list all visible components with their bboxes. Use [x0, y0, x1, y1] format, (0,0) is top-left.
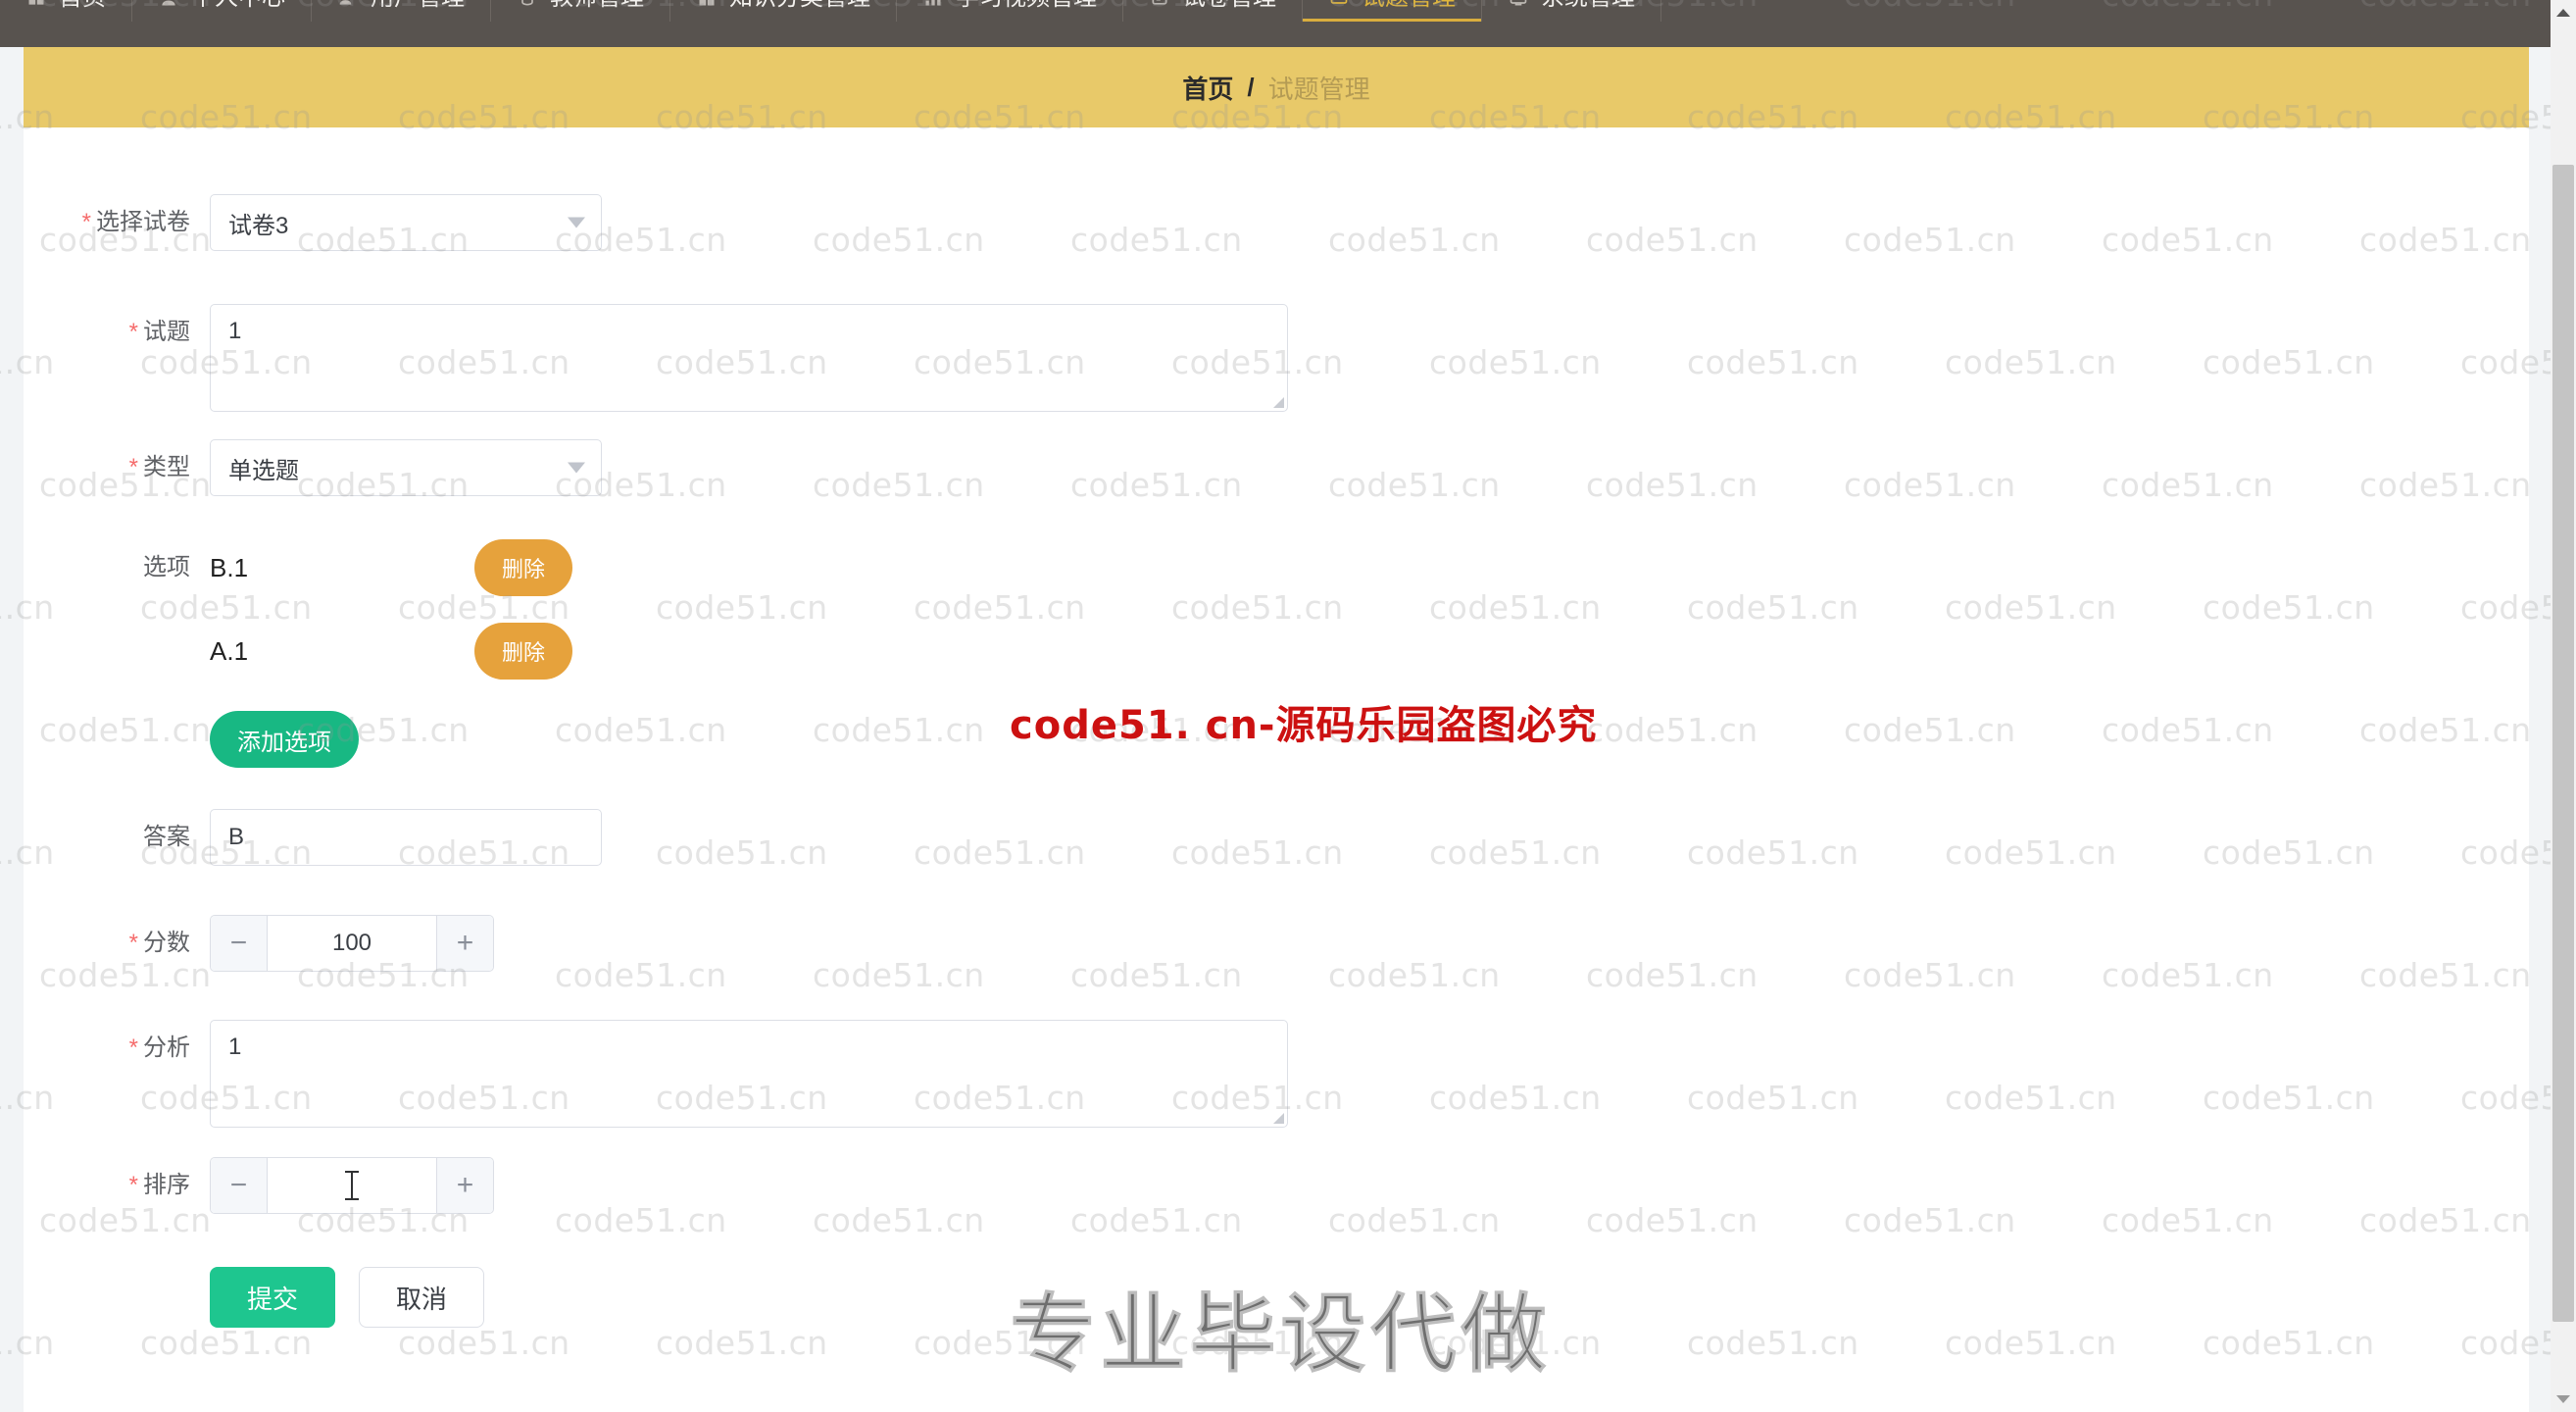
question-value: 1: [228, 318, 242, 344]
score-increment-button[interactable]: +: [436, 916, 493, 971]
nav-tab-label: 用户管理: [371, 0, 465, 22]
question-form-card: * 选择试卷 试卷3 * 试题 1 * 类型 单选题 选项 B.1 删除 A.1…: [24, 127, 2529, 1412]
answer-value: B: [228, 824, 245, 850]
cancel-button[interactable]: 取消: [359, 1267, 484, 1328]
breadcrumb-separator: /: [1247, 72, 1255, 102]
paper-icon: [1149, 0, 1170, 8]
nav-tab-home[interactable]: 首页: [0, 0, 132, 22]
chevron-down-icon: [568, 217, 585, 228]
nav-tab-label: 试题管理: [1362, 0, 1456, 22]
chevron-down-icon: [568, 462, 585, 474]
nav-filler: [1661, 0, 2576, 47]
select-paper-label: * 选择试卷: [81, 209, 190, 235]
form-row-question: * 试题 1: [24, 304, 1288, 412]
nav-tab-teacher-management[interactable]: 教师管理: [491, 0, 670, 22]
nav-tab-exam-paper-management[interactable]: 试卷管理: [1123, 0, 1303, 22]
watermark-red-notice: code51. cn-源码乐园盗图必究: [1010, 703, 1598, 748]
required-asterisk: *: [128, 1034, 138, 1061]
required-asterisk: *: [128, 930, 138, 956]
question-textarea[interactable]: 1: [210, 304, 1288, 412]
nav-tab-question-management[interactable]: 试题管理: [1303, 0, 1482, 22]
nav-tab-label: 个人中心: [191, 0, 285, 22]
nav-tab-label: 知识分类管理: [729, 0, 870, 22]
watermark-big-notice: 专业毕设代做: [1009, 1284, 1552, 1386]
answer-input[interactable]: B: [210, 809, 602, 866]
required-asterisk: *: [128, 454, 138, 480]
score-value[interactable]: 100: [268, 916, 436, 971]
select-paper-value: 试卷3: [228, 212, 289, 239]
form-row-sort: * 排序 − +: [24, 1157, 494, 1214]
delete-option-button[interactable]: 删除: [474, 539, 572, 596]
answer-label: 答案: [143, 824, 190, 850]
breadcrumb-current: 试题管理: [1267, 74, 1370, 104]
nav-tab-user-management[interactable]: 用户管理: [312, 0, 491, 22]
score-decrement-button[interactable]: −: [211, 916, 268, 971]
form-row-add-option: 添加选项: [24, 711, 359, 768]
add-option-button[interactable]: 添加选项: [210, 711, 359, 768]
nav-tab-learning-video-management[interactable]: 学习视频管理: [897, 0, 1123, 22]
home-icon: [25, 0, 47, 8]
app-root: 首页 个人中心 用户管理 教师管理 知识分类管理: [0, 0, 2576, 1412]
breadcrumb-bar: 首页 / 试题管理: [24, 47, 2529, 127]
option-text: A.1: [210, 636, 249, 666]
type-value: 单选题: [228, 457, 299, 484]
teacher-icon: [517, 0, 538, 8]
analysis-label: * 分析: [128, 1034, 190, 1061]
nav-tab-personal-center[interactable]: 个人中心: [132, 0, 312, 22]
breadcrumb: 首页 / 试题管理: [1182, 70, 1369, 106]
form-row-score: * 分数 − 100 +: [24, 915, 494, 972]
required-asterisk: *: [81, 209, 91, 235]
system-icon: [1508, 0, 1529, 8]
delete-option-button[interactable]: 删除: [474, 623, 572, 680]
select-paper-dropdown[interactable]: 试卷3: [210, 194, 602, 251]
form-row-actions: 提交 取消: [24, 1267, 484, 1328]
vertical-scrollbar[interactable]: [2551, 0, 2576, 1412]
sort-value[interactable]: [268, 1158, 436, 1213]
nav-tab-label: 首页: [59, 0, 106, 22]
analysis-textarea[interactable]: 1: [210, 1020, 1288, 1128]
user-icon: [158, 0, 179, 8]
options-label: 选项: [143, 554, 190, 580]
sort-stepper[interactable]: − +: [210, 1157, 494, 1214]
form-row-option-2: A.1 删除: [24, 623, 572, 680]
form-row-option-1: 选项 B.1 删除: [24, 539, 572, 596]
nav-tab-label: 学习视频管理: [956, 0, 1097, 22]
nav-tab-label: 系统管理: [1541, 0, 1635, 22]
form-row-answer: 答案 B: [24, 809, 602, 866]
breadcrumb-home-link[interactable]: 首页: [1182, 70, 1233, 106]
nav-tab-label: 教师管理: [550, 0, 644, 22]
sort-decrement-button[interactable]: −: [211, 1158, 268, 1213]
option-text: B.1: [210, 553, 249, 582]
required-asterisk: *: [128, 319, 138, 345]
score-stepper[interactable]: − 100 +: [210, 915, 494, 972]
sort-label: * 排序: [128, 1172, 190, 1198]
users-icon: [337, 0, 359, 8]
required-asterisk: *: [128, 1172, 138, 1198]
form-row-select-paper: * 选择试卷 试卷3: [24, 194, 602, 251]
scrollbar-thumb[interactable]: [2552, 165, 2574, 1322]
video-icon: [922, 0, 944, 8]
question-icon: [1328, 0, 1350, 8]
question-label: * 试题: [128, 319, 190, 345]
form-row-type: * 类型 单选题: [24, 439, 602, 496]
type-label: * 类型: [128, 454, 190, 480]
nav-tab-system-management[interactable]: 系统管理: [1482, 0, 1661, 22]
type-dropdown[interactable]: 单选题: [210, 439, 602, 496]
scroll-down-icon[interactable]: [2551, 1387, 2576, 1412]
nav-tab-knowledge-category-management[interactable]: 知识分类管理: [670, 0, 897, 22]
text-cursor-icon: [345, 1171, 359, 1200]
sort-increment-button[interactable]: +: [436, 1158, 493, 1213]
analysis-value: 1: [228, 1034, 242, 1060]
form-row-analysis: * 分析 1: [24, 1020, 1288, 1128]
category-icon: [696, 0, 718, 8]
top-navigation-bar: 首页 个人中心 用户管理 教师管理 知识分类管理: [0, 0, 2576, 47]
scroll-up-icon[interactable]: [2551, 0, 2576, 25]
score-label: * 分数: [128, 930, 190, 956]
submit-button[interactable]: 提交: [210, 1267, 335, 1328]
nav-tab-label: 试卷管理: [1182, 0, 1276, 22]
